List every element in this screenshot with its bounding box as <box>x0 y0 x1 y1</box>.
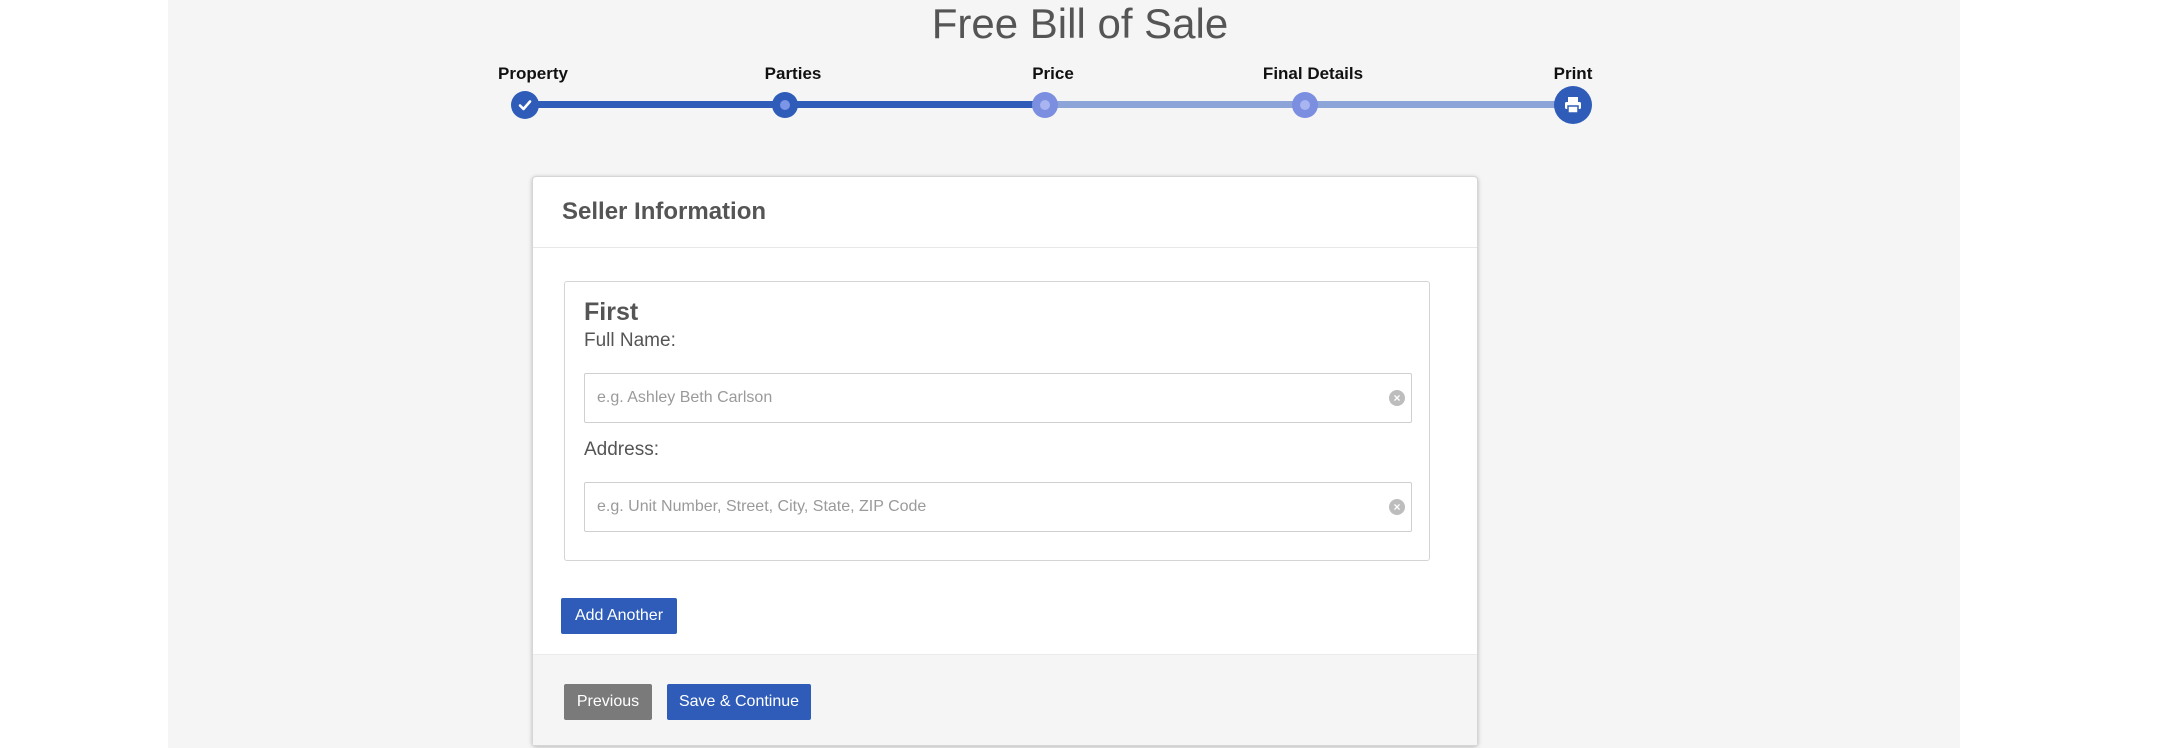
step-label-print: Print <box>1553 64 1593 83</box>
previous-button[interactable]: Previous <box>564 684 652 720</box>
step-dot <box>1300 100 1310 110</box>
address-input[interactable] <box>585 483 1389 531</box>
seller-entry: First Full Name: × Address: × <box>564 281 1430 561</box>
seller-entry-heading: First <box>584 298 639 326</box>
step-node-print <box>1554 86 1592 124</box>
full-name-input[interactable] <box>585 374 1389 422</box>
save-continue-button[interactable]: Save & Continue <box>667 684 811 720</box>
address-field: × <box>584 482 1412 532</box>
address-label: Address: <box>584 439 659 460</box>
clear-full-name-icon[interactable]: × <box>1389 390 1405 406</box>
full-name-label: Full Name: <box>584 330 676 351</box>
card-footer: Previous Save & Continue <box>533 654 1477 745</box>
step-label-property: Property <box>498 64 568 83</box>
step-node-property[interactable] <box>511 91 539 119</box>
card-header: Seller Information <box>533 177 1477 248</box>
step-node-price <box>1032 92 1058 118</box>
step-node-parties[interactable] <box>772 92 798 118</box>
full-name-field: × <box>584 373 1412 423</box>
card-title: Seller Information <box>562 198 767 225</box>
current-step-dot <box>780 100 790 110</box>
add-another-button[interactable]: Add Another <box>561 598 677 634</box>
step-label-price: Price <box>1032 64 1074 83</box>
clear-address-icon[interactable]: × <box>1389 499 1405 515</box>
seller-information-card: Seller Information First Full Name: × Ad… <box>532 176 1478 746</box>
step-dot <box>1040 100 1050 110</box>
step-label-parties: Parties <box>764 64 822 83</box>
step-node-final-details <box>1292 92 1318 118</box>
printer-icon <box>1565 97 1581 114</box>
progress-stepper: Property Parties Price Final Details Pri… <box>0 0 2160 140</box>
step-label-final-details: Final Details <box>1262 64 1364 83</box>
check-icon <box>518 100 532 111</box>
